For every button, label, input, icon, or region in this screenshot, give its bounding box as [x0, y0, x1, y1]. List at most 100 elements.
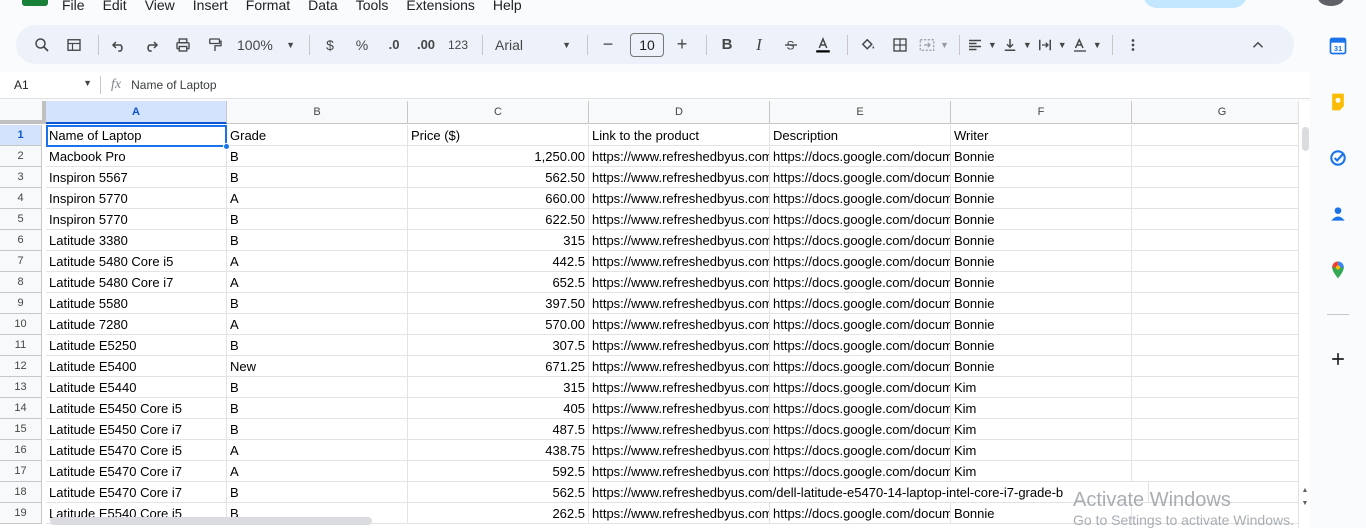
row-header[interactable]: 10	[0, 314, 42, 335]
cell-link[interactable]: https://www.refreshedbyus.com	[589, 398, 770, 419]
cell-grade[interactable]: B	[227, 209, 408, 230]
cell-grade[interactable]: Grade	[227, 125, 408, 146]
cell-grade[interactable]: A	[227, 272, 408, 293]
cell-writer[interactable]: Kim	[951, 398, 1132, 419]
cell-grade[interactable]: A	[227, 314, 408, 335]
cell-name[interactable]: Latitude 5580	[46, 293, 227, 314]
cell-name[interactable]: Latitude E5470 Core i7	[46, 461, 227, 482]
cell-price[interactable]: 262.5	[408, 503, 589, 524]
cell-name[interactable]: Latitude 5480 Core i7	[46, 272, 227, 293]
cell-link[interactable]: https://www.refreshedbyus.com	[589, 356, 770, 377]
cell-name[interactable]: Latitude 5480 Core i5	[46, 251, 227, 272]
maps-icon[interactable]	[1328, 260, 1348, 280]
percent-format-button[interactable]: %	[348, 31, 376, 59]
cell-link[interactable]: https://www.refreshedbyus.com	[589, 272, 770, 293]
cell-writer[interactable]: Bonnie	[951, 335, 1132, 356]
vertical-scrollbar[interactable]	[1298, 101, 1310, 528]
cell-grade[interactable]: B	[227, 377, 408, 398]
zoom-select[interactable]: 100% ▼	[233, 31, 299, 59]
cell-price[interactable]: 405	[408, 398, 589, 419]
cell-writer[interactable]: Bonnie	[951, 146, 1132, 167]
cell-g[interactable]	[1132, 314, 1298, 335]
cell-writer[interactable]: Bonnie	[951, 314, 1132, 335]
row-header[interactable]: 19	[0, 503, 42, 524]
cell-name[interactable]: Latitude E5250	[46, 335, 227, 356]
menu-data[interactable]: Data	[308, 0, 338, 13]
cell-link[interactable]: https://www.refreshedbyus.com	[589, 314, 770, 335]
cell-description[interactable]: https://docs.google.com/document	[770, 440, 951, 461]
cell-writer[interactable]: Bonnie	[951, 209, 1132, 230]
cell-name[interactable]: Latitude E5450 Core i7	[46, 419, 227, 440]
account-avatar[interactable]	[1318, 0, 1344, 6]
column-header-c[interactable]: C	[408, 101, 589, 124]
tasks-icon[interactable]	[1328, 148, 1348, 168]
add-icon[interactable]	[1328, 349, 1348, 369]
cell-description[interactable]: https://docs.google.com/document	[770, 167, 951, 188]
more-options-icon[interactable]	[1119, 31, 1147, 59]
cell-link[interactable]: https://www.refreshedbyus.com	[589, 251, 770, 272]
strikethrough-icon[interactable]: S	[777, 31, 805, 59]
cell-description[interactable]: https://docs.google.com/document	[770, 272, 951, 293]
cell-writer[interactable]: Bonnie	[951, 293, 1132, 314]
cell-g[interactable]	[1132, 398, 1298, 419]
keep-icon[interactable]	[1328, 92, 1348, 112]
cell-link[interactable]: https://www.refreshedbyus.com	[589, 209, 770, 230]
cell-price[interactable]: 307.5	[408, 335, 589, 356]
calendar-icon[interactable]: 31	[1328, 36, 1348, 56]
cell-grade[interactable]: B	[227, 293, 408, 314]
select-all-corner[interactable]	[0, 101, 46, 124]
horizontal-scroll-thumb[interactable]	[50, 517, 372, 525]
cell-link[interactable]: https://www.refreshedbyus.com	[589, 188, 770, 209]
cell-description[interactable]: https://docs.google.com/document	[770, 335, 951, 356]
row-header[interactable]: 1	[0, 125, 42, 146]
scroll-up-icon[interactable]: ▲	[1300, 487, 1310, 497]
cell-link[interactable]: Link to the product	[589, 125, 770, 146]
cell-name[interactable]: Inspiron 5567	[46, 167, 227, 188]
row-header[interactable]: 4	[0, 188, 42, 209]
cell-price[interactable]: 315	[408, 230, 589, 251]
sheets-logo-icon[interactable]	[22, 0, 48, 6]
cell-g[interactable]	[1132, 335, 1298, 356]
cell-link[interactable]: https://www.refreshedbyus.com	[589, 335, 770, 356]
cell-name[interactable]: Latitude E5440	[46, 377, 227, 398]
column-header-b[interactable]: B	[227, 101, 408, 124]
cell-g[interactable]	[1132, 209, 1298, 230]
cell-price[interactable]: 671.25	[408, 356, 589, 377]
cell-name[interactable]: Latitude E5450 Core i5	[46, 398, 227, 419]
cell-name[interactable]: Inspiron 5770	[46, 188, 227, 209]
cell-name[interactable]: Macbook Pro	[46, 146, 227, 167]
row-header[interactable]: 14	[0, 398, 42, 419]
cell-name[interactable]: Latitude 3380	[46, 230, 227, 251]
cell-g[interactable]	[1132, 146, 1298, 167]
menu-tools[interactable]: Tools	[356, 0, 389, 13]
cell-g[interactable]	[1132, 230, 1298, 251]
cell-grade[interactable]: B	[227, 335, 408, 356]
cell-price[interactable]: 438.75	[408, 440, 589, 461]
row-header[interactable]: 8	[0, 272, 42, 293]
cell-link[interactable]: https://www.refreshedbyus.com	[589, 293, 770, 314]
cell-link[interactable]: https://www.refreshedbyus.com/dell-latit…	[589, 482, 1149, 503]
italic-button[interactable]: I	[745, 31, 773, 59]
cell-writer[interactable]: Bonnie	[951, 188, 1132, 209]
cell-writer[interactable]: Bonnie	[951, 251, 1132, 272]
text-wrapping-icon[interactable]: ▼	[1036, 31, 1067, 59]
font-size-input[interactable]: 10	[630, 32, 664, 57]
cell-writer[interactable]: Kim	[951, 440, 1132, 461]
formula-input[interactable]: Name of Laptop	[131, 78, 216, 92]
cell-g[interactable]	[1132, 440, 1298, 461]
name-box[interactable]: A1 ▼	[0, 78, 100, 92]
cell-grade[interactable]: B	[227, 419, 408, 440]
menu-insert[interactable]: Insert	[193, 0, 228, 13]
cell-writer[interactable]: Bonnie	[951, 503, 1132, 524]
cell-description[interactable]: https://docs.google.com/document	[770, 356, 951, 377]
cell-price[interactable]: 592.5	[408, 461, 589, 482]
column-header-a[interactable]: A	[46, 101, 227, 124]
cell-grade[interactable]: B	[227, 482, 408, 503]
row-header[interactable]: 11	[0, 335, 42, 356]
vertical-scroll-thumb[interactable]	[1302, 127, 1309, 151]
horizontal-align-icon[interactable]: ▼	[966, 31, 997, 59]
spreadsheet-grid[interactable]: A B C D E F G 1 Name of Laptop Grade Price …	[0, 101, 1298, 528]
cell-price[interactable]: 562.50	[408, 167, 589, 188]
cell-writer[interactable]: Bonnie	[951, 356, 1132, 377]
cell-grade[interactable]: B	[227, 398, 408, 419]
